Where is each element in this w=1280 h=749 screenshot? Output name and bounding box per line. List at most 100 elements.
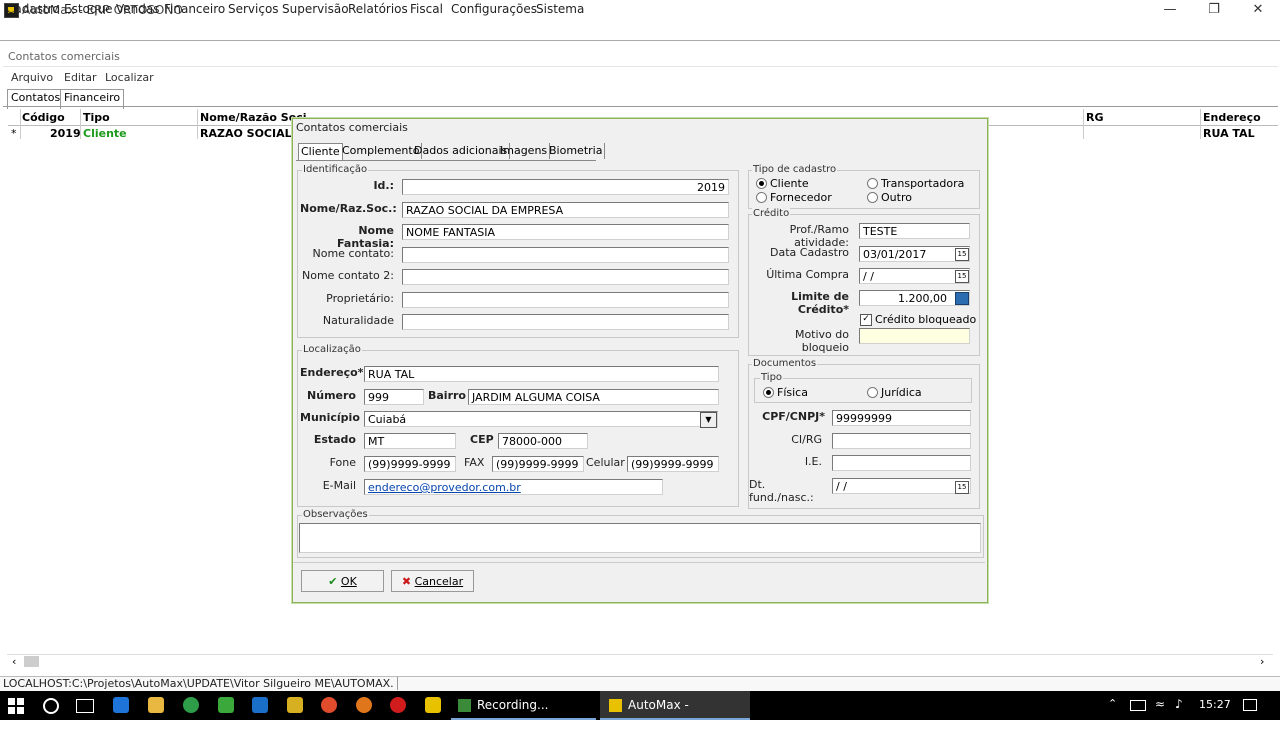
close-icon[interactable]: ✕ bbox=[1236, 0, 1280, 21]
grid-col-line bbox=[20, 109, 21, 139]
volume-icon[interactable]: ♪ bbox=[1175, 697, 1183, 711]
estado-field[interactable]: MT bbox=[364, 433, 456, 449]
chrome-icon[interactable] bbox=[321, 697, 337, 713]
tray-chevron-up-icon[interactable]: ⌃ bbox=[1108, 697, 1117, 710]
opera-icon[interactable] bbox=[390, 697, 406, 713]
nome-razao-field[interactable]: RAZAO SOCIAL DA EMPRESA bbox=[402, 202, 729, 218]
grid-header-codigo[interactable]: Código bbox=[22, 111, 65, 124]
tab-complemento[interactable]: Complemento bbox=[340, 143, 423, 159]
task-view-icon[interactable] bbox=[76, 699, 94, 713]
submenu-arquivo[interactable]: Arquivo bbox=[11, 71, 53, 84]
edge-icon[interactable] bbox=[113, 697, 129, 713]
menu-servicos[interactable]: Serviços bbox=[228, 2, 279, 16]
calendar-icon[interactable]: 15 bbox=[955, 248, 969, 261]
ultima-compra-field[interactable]: / / bbox=[859, 268, 970, 284]
ie-icon[interactable] bbox=[252, 697, 268, 713]
radio-transportadora[interactable] bbox=[867, 178, 878, 189]
horizontal-scrollbar[interactable] bbox=[7, 654, 1273, 670]
radio-cliente[interactable] bbox=[756, 178, 767, 189]
email-field[interactable]: endereco@provedor.com.br bbox=[364, 479, 663, 495]
menu-configuracoes[interactable]: Configurações bbox=[451, 2, 537, 16]
endereco-field[interactable]: RUA TAL bbox=[364, 366, 719, 382]
automax-taskbar-icon[interactable] bbox=[425, 697, 441, 713]
clock[interactable]: 15:27 bbox=[1199, 698, 1231, 711]
wifi-icon[interactable]: ≈ bbox=[1155, 697, 1165, 711]
label-municipio: Município bbox=[300, 411, 360, 424]
nome-contato2-field[interactable] bbox=[402, 269, 729, 285]
nome-contato-field[interactable] bbox=[402, 247, 729, 263]
menu-cadastro[interactable]: Cadastro bbox=[6, 2, 60, 16]
tab-dados-adicionais[interactable]: Dados adicionais bbox=[412, 143, 511, 159]
battery-icon[interactable] bbox=[1130, 700, 1146, 711]
prof-ramo-field[interactable]: TESTE bbox=[859, 223, 970, 239]
chevron-down-icon[interactable]: ▼ bbox=[700, 412, 717, 428]
notification-icon[interactable] bbox=[1243, 699, 1257, 711]
fone-field[interactable]: (99)9999-9999 bbox=[364, 456, 456, 472]
observacoes-textarea[interactable] bbox=[299, 523, 981, 553]
tab-imagens[interactable]: Imagens bbox=[498, 143, 551, 159]
label-fone: Fone bbox=[329, 456, 356, 469]
search-icon[interactable] bbox=[43, 698, 59, 714]
submenu-localizar[interactable]: Localizar bbox=[105, 71, 154, 84]
app-puzzle-icon[interactable] bbox=[218, 697, 234, 713]
firefox-icon[interactable] bbox=[356, 697, 372, 713]
grid-header-nome[interactable]: Nome/Razão Soci bbox=[200, 111, 307, 124]
municipio-select[interactable]: Cuiabá bbox=[364, 411, 718, 427]
motivo-bloqueio-field[interactable] bbox=[859, 328, 970, 344]
naturalidade-field[interactable] bbox=[402, 314, 729, 330]
radio-fisica[interactable] bbox=[763, 387, 774, 398]
minimize-icon[interactable]: — bbox=[1148, 0, 1192, 21]
cancel-button[interactable]: ✖ Cancelar bbox=[391, 570, 474, 592]
grid-header-endereco[interactable]: Endereço bbox=[1203, 111, 1261, 124]
data-cadastro-field[interactable]: 03/01/2017 bbox=[859, 246, 970, 262]
bairro-field[interactable]: JARDIM ALGUMA COISA bbox=[468, 389, 719, 405]
menu-supervisao[interactable]: Supervisão bbox=[282, 2, 349, 16]
ok-button[interactable]: ✔ OK bbox=[301, 570, 384, 592]
fax-field[interactable]: (99)9999-9999 bbox=[492, 456, 584, 472]
grid-header-rg[interactable]: RG bbox=[1086, 111, 1104, 124]
row-tipo[interactable]: Cliente bbox=[83, 127, 127, 140]
ci-rg-field[interactable] bbox=[832, 433, 971, 449]
menu-vendas[interactable]: Vendas bbox=[116, 2, 160, 16]
taskbar-recording-button[interactable]: Recording... bbox=[451, 691, 596, 720]
menu-estoque[interactable]: Estoque bbox=[64, 2, 113, 16]
calculator-icon[interactable] bbox=[955, 292, 969, 305]
submenu-editar[interactable]: Editar bbox=[64, 71, 97, 84]
credito-bloqueado-checkbox[interactable]: ✓ bbox=[860, 314, 872, 326]
celular-field[interactable]: (99)9999-9999 bbox=[627, 456, 719, 472]
app-green-icon[interactable] bbox=[183, 697, 199, 713]
cep-field[interactable]: 78000-000 bbox=[498, 433, 588, 449]
dt-fund-field[interactable]: / / bbox=[832, 478, 971, 494]
check-icon: ✔ bbox=[328, 575, 338, 588]
divider bbox=[3, 106, 1278, 107]
folder-icon[interactable] bbox=[148, 697, 164, 713]
scroll-right-icon[interactable]: › bbox=[1260, 655, 1264, 668]
numero-field[interactable]: 999 bbox=[364, 389, 424, 405]
radio-juridica[interactable] bbox=[867, 387, 878, 398]
scroll-thumb[interactable] bbox=[24, 656, 39, 667]
menu-fiscal[interactable]: Fiscal bbox=[410, 2, 443, 16]
grid-header-tipo[interactable]: Tipo bbox=[83, 111, 110, 124]
radio-outro[interactable] bbox=[867, 192, 878, 203]
tab-cliente[interactable]: Cliente bbox=[298, 143, 343, 160]
proprietario-field[interactable] bbox=[402, 292, 729, 308]
id-field[interactable]: 2019 bbox=[402, 179, 729, 195]
row-endereco[interactable]: RUA TAL bbox=[1203, 127, 1255, 140]
radio-fornecedor[interactable] bbox=[756, 192, 767, 203]
ie-field[interactable] bbox=[832, 455, 971, 471]
limite-credito-field[interactable]: 1.200,00 bbox=[859, 290, 970, 306]
menu-sistema[interactable]: Sistema bbox=[536, 2, 584, 16]
menu-financeiro[interactable]: Financeiro bbox=[164, 2, 225, 16]
app-yellow-icon[interactable] bbox=[287, 697, 303, 713]
scroll-left-icon[interactable]: ‹ bbox=[12, 655, 16, 668]
restore-icon[interactable]: ❐ bbox=[1192, 0, 1236, 21]
nome-fantasia-field[interactable]: NOME FANTASIA bbox=[402, 224, 729, 240]
tab-biometria[interactable]: Biometria bbox=[547, 143, 606, 159]
taskbar-automax-button[interactable]: AutoMax - Retaguarda bbox=[600, 691, 750, 741]
row-codigo[interactable]: 2019 bbox=[50, 127, 81, 140]
menu-relatorios[interactable]: Relatórios bbox=[348, 2, 408, 16]
calendar-icon[interactable]: 15 bbox=[955, 270, 969, 283]
cpf-cnpj-field[interactable]: 99999999 bbox=[832, 410, 971, 426]
calendar-icon[interactable]: 15 bbox=[955, 481, 969, 494]
windows-start-icon[interactable] bbox=[8, 698, 24, 714]
